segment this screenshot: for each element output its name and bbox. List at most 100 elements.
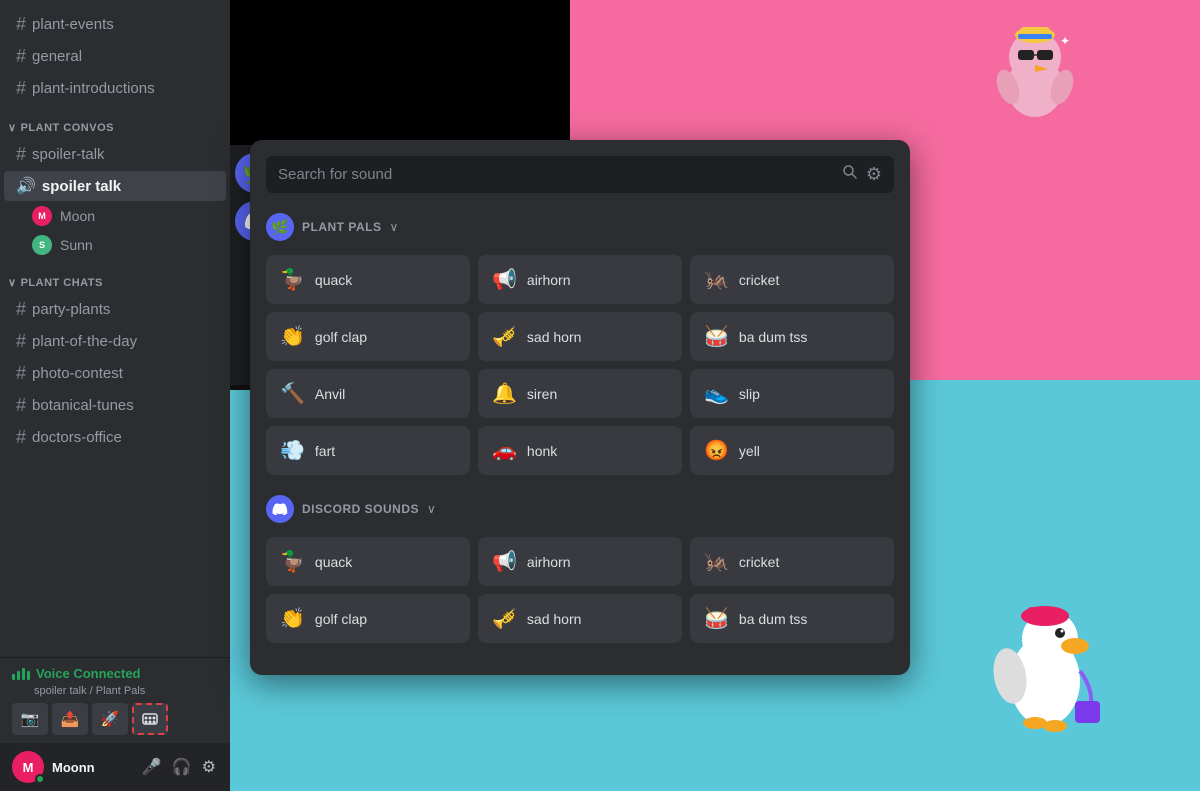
plant-pals-section-title: PLANT PALS [302, 220, 381, 234]
sound-ba-dum-tss-1[interactable]: 🥁 ba dum tss [690, 312, 894, 361]
sound-label: golf clap [315, 611, 367, 627]
share-screen-button[interactable]: 📤 [52, 703, 88, 735]
bar-1 [12, 674, 15, 680]
hash-icon: # [16, 427, 26, 448]
category-plant-chats[interactable]: ∨ PLANT CHATS [0, 260, 230, 293]
fart-emoji: 💨 [280, 438, 305, 463]
black-top-left [230, 0, 570, 145]
plant-pals-sound-grid: 🦆 quack 📢 airhorn 🦗 cricket 👏 golf clap … [266, 255, 894, 475]
character-top-right: ✦ ✦ [980, 15, 1090, 125]
channel-item-plant-events[interactable]: # plant-events [4, 9, 226, 40]
plant-pals-chevron-icon[interactable]: ∨ [389, 220, 398, 234]
channel-item-party-plants[interactable]: # party-plants [4, 294, 226, 325]
sound-siren-1[interactable]: 🔔 siren [478, 369, 682, 418]
sound-label: cricket [739, 272, 779, 288]
search-icon [842, 164, 858, 180]
sound-airhorn-1[interactable]: 📢 airhorn [478, 255, 682, 304]
airhorn-emoji: 📢 [492, 267, 517, 292]
hash-icon: # [16, 363, 26, 384]
cricket-emoji: 🦗 [704, 267, 729, 292]
sound-fart-1[interactable]: 💨 fart [266, 426, 470, 475]
user-settings-button[interactable]: ⚙ [200, 755, 218, 779]
sound-label: quack [315, 272, 352, 288]
channel-item-general[interactable]: # general [4, 41, 226, 72]
soundboard-button[interactable] [132, 703, 168, 735]
channel-label: botanical-tunes [32, 397, 134, 414]
activity-button[interactable]: 🚀 [92, 703, 128, 735]
camera-button[interactable]: 📷 [12, 703, 48, 735]
sound-honk-1[interactable]: 🚗 honk [478, 426, 682, 475]
discord-sounds-section-header: DISCORD SOUNDS ∨ [266, 491, 894, 527]
category-label: PLANT CHATS [21, 277, 103, 289]
sound-golf-clap-2[interactable]: 👏 golf clap [266, 594, 470, 643]
channel-item-plant-introductions[interactable]: # plant-introductions [4, 73, 226, 104]
channel-label: general [32, 48, 82, 65]
sound-label: ba dum tss [739, 329, 807, 345]
honk-emoji: 🚗 [492, 438, 517, 463]
sound-airhorn-2[interactable]: 📢 airhorn [478, 537, 682, 586]
hash-icon: # [16, 299, 26, 320]
quack-emoji: 🦆 [280, 267, 305, 292]
channel-item-photo-contest[interactable]: # photo-contest [4, 358, 226, 389]
sound-quack-2[interactable]: 🦆 quack [266, 537, 470, 586]
speaker-icon: 🔊 [16, 176, 36, 196]
sound-cricket-1[interactable]: 🦗 cricket [690, 255, 894, 304]
slip-emoji: 👟 [704, 381, 729, 406]
category-plant-convos[interactable]: ∨ PLANT CONVOS [0, 105, 230, 138]
sub-user-label: Sunn [60, 237, 93, 253]
character-bottom-right [980, 581, 1120, 741]
bar-2 [17, 671, 20, 680]
sound-cricket-2[interactable]: 🦗 cricket [690, 537, 894, 586]
discord-sounds-sound-grid: 🦆 quack 📢 airhorn 🦗 cricket 👏 golf clap … [266, 537, 894, 643]
user-status-indicator [35, 774, 45, 784]
sound-label: siren [527, 386, 557, 402]
ba-dum-tss-emoji: 🥁 [704, 324, 729, 349]
sound-label: Anvil [315, 386, 345, 402]
channel-item-spoiler-talk-voice[interactable]: 🔊 spoiler talk [4, 171, 226, 201]
voice-action-buttons: 📷 📤 🚀 [12, 703, 218, 735]
hash-icon: # [16, 331, 26, 352]
category-label: PLANT CONVOS [21, 122, 114, 134]
channel-item-plant-of-the-day[interactable]: # plant-of-the-day [4, 326, 226, 357]
channel-label: plant-introductions [32, 80, 155, 97]
yell-emoji: 😡 [704, 438, 729, 463]
sound-sad-horn-2[interactable]: 🎺 sad horn [478, 594, 682, 643]
sound-ba-dum-tss-2[interactable]: 🥁 ba dum tss [690, 594, 894, 643]
sound-search-input[interactable] [278, 166, 834, 183]
mic-button[interactable]: 🎤 [140, 755, 164, 779]
chevron-down-icon: ∨ [8, 276, 17, 289]
sound-search-bar: ⚙ [266, 156, 894, 193]
sub-user-moon[interactable]: M Moon [24, 202, 226, 230]
sound-yell-1[interactable]: 😡 yell [690, 426, 894, 475]
voice-connected-bar: Voice Connected spoiler talk / Plant Pal… [0, 657, 230, 743]
headset-button[interactable]: 🎧 [170, 755, 194, 779]
sound-anvil-1[interactable]: 🔨 Anvil [266, 369, 470, 418]
sound-label: slip [739, 386, 760, 402]
bar-4 [27, 671, 30, 680]
discord-sounds-server-icon [266, 495, 294, 523]
sound-quack-1[interactable]: 🦆 quack [266, 255, 470, 304]
sidebar: # plant-events # general # plant-introdu… [0, 0, 230, 791]
sound-golf-clap-1[interactable]: 👏 golf clap [266, 312, 470, 361]
channel-list: # plant-events # general # plant-introdu… [0, 0, 230, 657]
sound-settings-button[interactable]: ⚙ [866, 164, 882, 185]
bar-3 [22, 668, 25, 680]
voice-channel-name: spoiler talk / Plant Pals [34, 685, 218, 697]
sound-label: yell [739, 443, 760, 459]
user-control-buttons: 🎤 🎧 ⚙ [140, 755, 218, 779]
user-panel: M Moonn 🎤 🎧 ⚙ [0, 743, 230, 791]
sound-slip-1[interactable]: 👟 slip [690, 369, 894, 418]
channel-item-botanical-tunes[interactable]: # botanical-tunes [4, 390, 226, 421]
channel-item-doctors-office[interactable]: # doctors-office [4, 422, 226, 453]
hash-icon: # [16, 46, 26, 67]
current-user-avatar: M [12, 751, 44, 783]
channel-label: plant-events [32, 16, 114, 33]
plant-pals-section-header: 🌿 PLANT PALS ∨ [266, 209, 894, 245]
search-button[interactable] [842, 164, 858, 185]
voice-connected-label: Voice Connected [36, 666, 141, 681]
channel-item-spoiler-talk[interactable]: # spoiler-talk [4, 139, 226, 170]
sound-label: ba dum tss [739, 611, 807, 627]
sub-user-sunn[interactable]: S Sunn [24, 231, 226, 259]
sound-sad-horn-1[interactable]: 🎺 sad horn [478, 312, 682, 361]
discord-sounds-chevron-icon[interactable]: ∨ [427, 502, 436, 516]
